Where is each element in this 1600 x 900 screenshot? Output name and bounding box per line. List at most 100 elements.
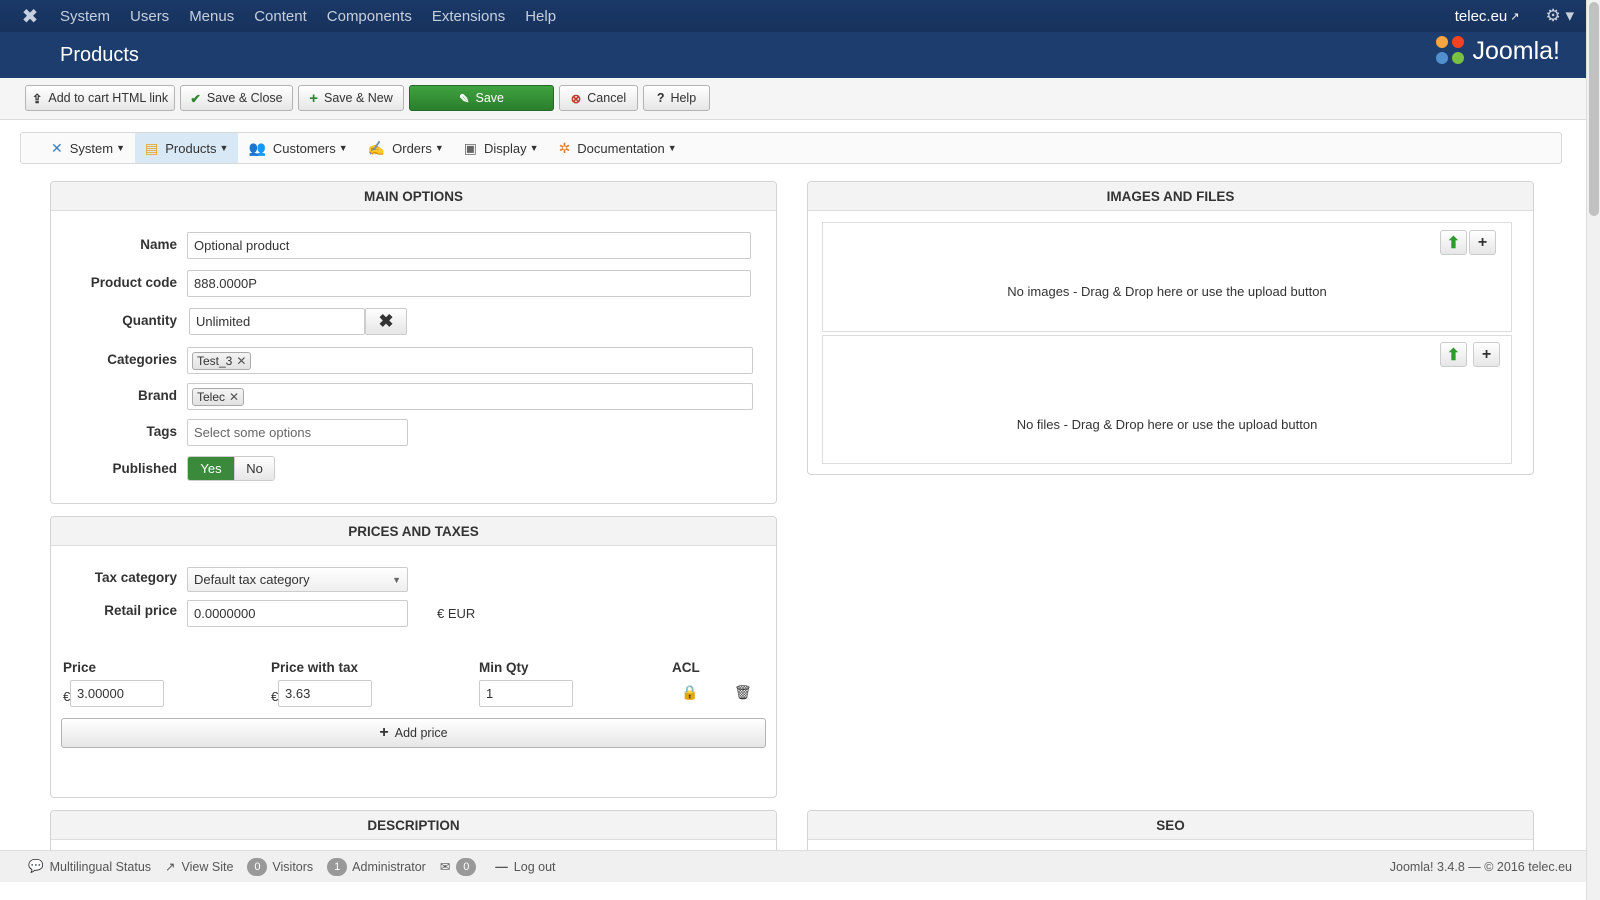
images-dropzone[interactable]: No images - Drag & Drop here or use the …	[822, 222, 1512, 332]
name-field[interactable]: Optional product	[187, 232, 751, 259]
submenu-documentation[interactable]: ✲ Documentation ▼	[549, 133, 687, 163]
admin-menu: System Users Menus Content Components Ex…	[60, 8, 576, 25]
main-options-panel: MAIN OPTIONS Name Optional product Produ…	[50, 181, 777, 504]
prices-taxes-panel: PRICES AND TAXES Tax category Default ta…	[50, 516, 777, 798]
upload-icon: ⬆	[1446, 234, 1461, 252]
site-link[interactable]: telec.eu	[1455, 8, 1508, 25]
scrollbar-thumb[interactable]	[1589, 2, 1599, 216]
menu-users[interactable]: Users	[130, 8, 169, 25]
joomla-logo: Joomla!	[1436, 36, 1560, 66]
plus-icon: +	[379, 724, 389, 741]
joomla-x-icon[interactable]: ✖	[0, 4, 60, 29]
product-code-label: Product code	[90, 275, 177, 290]
save-button[interactable]: ✎ Save	[409, 85, 554, 111]
caret-down-icon: ▼	[116, 143, 125, 153]
menu-menus[interactable]: Menus	[189, 8, 234, 25]
trash-icon[interactable]: 🗑	[734, 684, 752, 701]
joomla-brand: Joomla!	[1472, 36, 1560, 65]
envelope-icon: ✉	[439, 860, 451, 874]
menu-help[interactable]: Help	[525, 8, 556, 25]
submenu-system[interactable]: ✕ System ▼	[41, 133, 135, 163]
visitors-status: 0 Visitors	[247, 857, 313, 876]
page-title: Products	[60, 43, 139, 66]
files-dropzone[interactable]: No files - Drag & Drop here or use the u…	[822, 335, 1512, 464]
categories-label: Categories	[107, 352, 177, 367]
caret-down-icon: ▼	[392, 574, 401, 585]
quantity-field[interactable]: Unlimited	[189, 308, 365, 335]
price-with-tax-field[interactable]: 3.63	[278, 680, 372, 707]
box-icon: ▤	[145, 139, 159, 156]
plus-icon: +	[1477, 233, 1488, 251]
logout-link[interactable]: — Log out	[495, 860, 555, 874]
minus-icon: —	[495, 859, 508, 874]
submenu-orders[interactable]: ✍ Orders ▼	[358, 133, 454, 163]
view-site-link[interactable]: ↗ View Site	[165, 859, 233, 875]
version-text: Joomla! 3.4.8 — © 2016 telec.eu	[1389, 859, 1572, 874]
seo-title: SEO	[808, 811, 1533, 840]
upload-image-button[interactable]: ⬆	[1440, 230, 1467, 255]
images-files-panel: IMAGES AND FILES No images - Drag & Drop…	[807, 181, 1534, 475]
quantity-label: Quantity	[122, 313, 177, 328]
add-to-cart-link-button[interactable]: ⇪ Add to cart HTML link	[25, 85, 175, 111]
messages-status[interactable]: ✉ 0	[439, 857, 481, 876]
caret-down-icon: ▼	[338, 143, 348, 153]
multilingual-status[interactable]: 💬 Multilingual Status	[28, 859, 151, 874]
price-label: Price	[63, 660, 97, 675]
clear-quantity-button[interactable]: ✖	[365, 308, 407, 335]
status-bar: 💬 Multilingual Status ↗ View Site 0 Visitor…	[0, 850, 1586, 882]
plus-icon: +	[309, 89, 318, 107]
retail-price-label: Retail price	[104, 603, 177, 618]
submenu-customers[interactable]: 👥 Customers ▼	[238, 133, 357, 163]
min-qty-label: Min Qty	[479, 660, 529, 675]
external-link-icon: ↗	[1510, 10, 1520, 23]
cancel-button[interactable]: ⊗ Cancel	[559, 85, 638, 111]
min-qty-field[interactable]: 1	[479, 680, 573, 707]
name-label: Name	[140, 237, 177, 252]
plus-icon: +	[1481, 345, 1492, 363]
brand-chip: Telec ✕	[192, 387, 245, 406]
tax-category-label: Tax category	[94, 570, 177, 585]
close-icon: ✖	[378, 311, 394, 331]
visitors-badge: 0	[247, 857, 268, 876]
add-price-button[interactable]: + Add price	[61, 718, 766, 748]
external-link-icon: ↗	[165, 860, 176, 874]
check-icon: ✔	[190, 91, 201, 106]
upload-file-button[interactable]: ⬆	[1440, 342, 1467, 367]
caret-down-icon: ▼	[434, 143, 444, 153]
main-options-title: MAIN OPTIONS	[51, 182, 776, 211]
submenu-products[interactable]: ▤ Products ▼	[135, 133, 239, 163]
published-yes[interactable]: Yes	[188, 457, 234, 480]
categories-field[interactable]: Test_3 ✕	[187, 347, 753, 374]
export-icon: ⇪	[31, 91, 43, 106]
joomla-logo-icon	[1436, 36, 1466, 66]
retail-price-field[interactable]: 0.0000000	[187, 600, 408, 627]
menu-components[interactable]: Components	[327, 8, 412, 25]
published-no[interactable]: No	[234, 457, 274, 480]
acl-label: ACL	[672, 660, 700, 675]
brand-field[interactable]: Telec ✕	[187, 383, 753, 410]
menu-system[interactable]: System	[60, 8, 110, 25]
price-with-tax-label: Price with tax	[271, 660, 359, 675]
remove-icon[interactable]: ✕	[229, 390, 239, 404]
remove-icon[interactable]: ✕	[236, 354, 246, 368]
caret-down-icon: ▼	[667, 143, 677, 153]
save-close-button[interactable]: ✔ Save & Close	[180, 85, 293, 111]
lock-icon[interactable]: 🔒	[681, 684, 698, 701]
caret-down-icon: ▼	[219, 143, 229, 153]
tax-category-select[interactable]: Default tax category ▼	[187, 567, 408, 592]
save-new-button[interactable]: + Save & New	[298, 85, 404, 111]
menu-content[interactable]: Content	[254, 8, 307, 25]
price-field[interactable]: 3.00000	[70, 680, 164, 707]
page-scrollbar[interactable]	[1586, 0, 1600, 900]
submenu-display[interactable]: ▣ Display ▼	[454, 133, 549, 163]
edit-icon: ✎	[459, 91, 470, 106]
add-file-button[interactable]: +	[1473, 342, 1500, 367]
add-image-button[interactable]: +	[1469, 230, 1496, 255]
gear-icon[interactable]: ⚙ ▾	[1546, 6, 1575, 26]
help-button[interactable]: ? Help	[643, 85, 710, 111]
tags-field[interactable]: Select some options	[187, 419, 408, 446]
images-files-title: IMAGES AND FILES	[808, 182, 1533, 211]
menu-extensions[interactable]: Extensions	[432, 8, 505, 25]
product-code-field[interactable]: 888.0000P	[187, 270, 751, 297]
published-toggle[interactable]: Yes No	[187, 456, 275, 481]
